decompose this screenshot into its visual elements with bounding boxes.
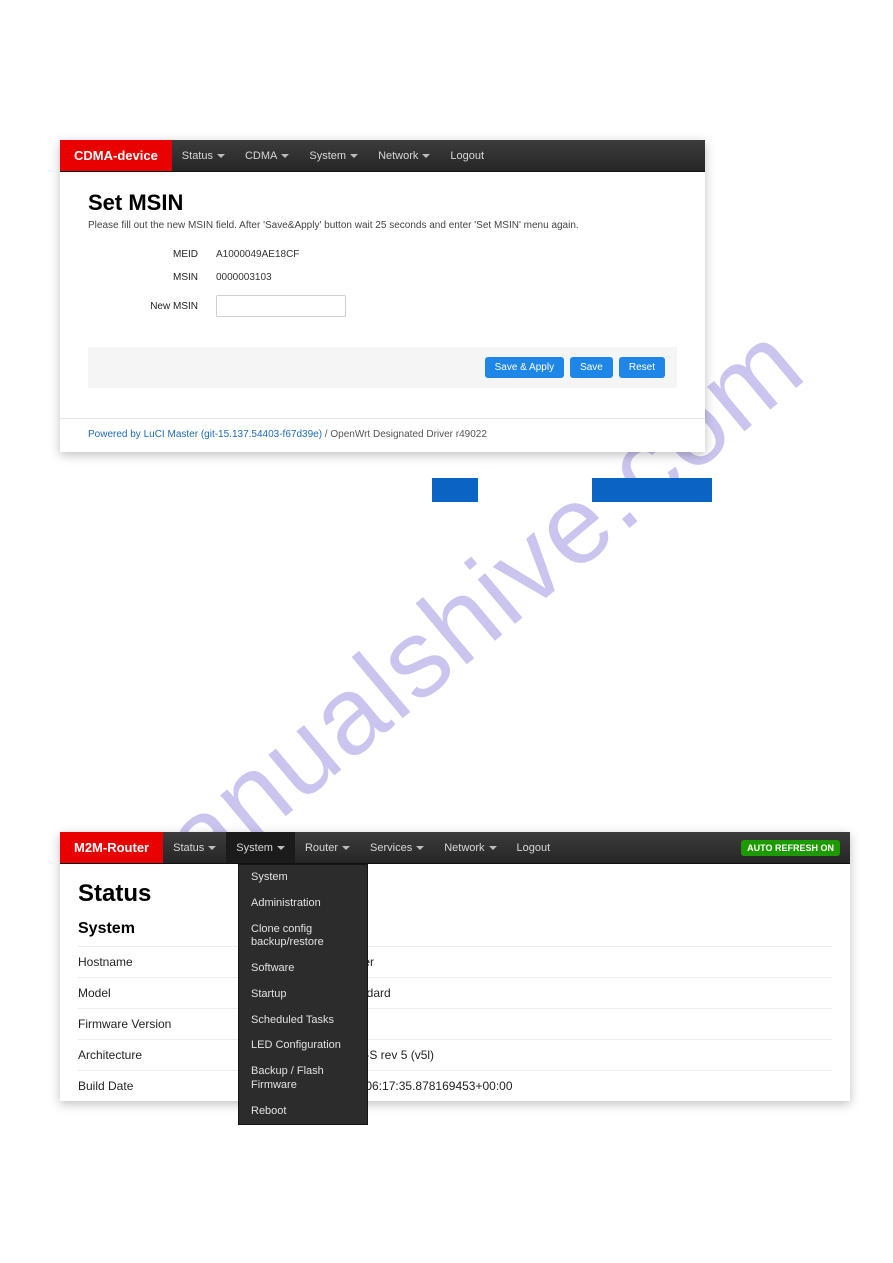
dropdown-item-startup[interactable]: Startup bbox=[239, 982, 367, 1008]
info-row: Build Date 0-06 06:17:35.878169453+00:00 bbox=[78, 1070, 832, 1101]
navbar: CDMA-device Status CDMA System Network L… bbox=[60, 140, 705, 172]
dropdown-item-system[interactable]: System bbox=[239, 865, 367, 891]
brand[interactable]: M2M-Router bbox=[60, 832, 163, 863]
chevron-down-icon bbox=[350, 154, 358, 162]
nav-logout[interactable]: Logout bbox=[507, 832, 561, 863]
chevron-down-icon bbox=[489, 846, 497, 854]
nav-label: System bbox=[309, 150, 346, 162]
nav-status[interactable]: Status bbox=[163, 832, 226, 863]
chevron-down-icon bbox=[416, 846, 424, 854]
autorefresh-badge[interactable]: AUTO REFRESH ON bbox=[741, 840, 840, 856]
nav-label: Logout bbox=[450, 150, 484, 162]
info-row: Model -Standard bbox=[78, 977, 832, 1008]
row-new-msin: New MSIN bbox=[88, 295, 677, 317]
button-bar: Save & Apply Save Reset bbox=[88, 347, 677, 388]
nav-system[interactable]: System bbox=[226, 832, 295, 863]
reset-button[interactable]: Reset bbox=[619, 357, 665, 378]
page-description: Please fill out the new MSIN field. Afte… bbox=[88, 220, 677, 231]
nav-label: Status bbox=[173, 842, 204, 854]
system-dropdown: System Administration Clone config backu… bbox=[238, 864, 368, 1125]
dropdown-item-scheduled[interactable]: Scheduled Tasks bbox=[239, 1008, 367, 1034]
chevron-down-icon bbox=[277, 846, 285, 854]
footer-link[interactable]: Powered by LuCI Master (git-15.137.54403… bbox=[88, 429, 322, 440]
new-msin-input[interactable] bbox=[216, 295, 346, 317]
label-new-msin: New MSIN bbox=[88, 301, 198, 312]
footer-rest: / OpenWrt Designated Driver r49022 bbox=[322, 429, 487, 440]
dropdown-item-reboot[interactable]: Reboot bbox=[239, 1099, 367, 1125]
brand[interactable]: CDMA-device bbox=[60, 140, 172, 171]
decor-blue-box bbox=[592, 478, 712, 502]
value-msin: 0000003103 bbox=[216, 272, 272, 283]
info-row: Architecture 26EJ-S rev 5 (v5l) bbox=[78, 1039, 832, 1070]
label-meid: MEID bbox=[88, 249, 198, 260]
page-title: Status bbox=[78, 880, 832, 908]
chevron-down-icon bbox=[208, 846, 216, 854]
nav-label: CDMA bbox=[245, 150, 277, 162]
nav-network[interactable]: Network bbox=[368, 140, 440, 171]
nav-router[interactable]: Router bbox=[295, 832, 360, 863]
dropdown-item-clone-config[interactable]: Clone config backup/restore bbox=[239, 917, 367, 957]
screenshot-status: M2M-Router Status System Router Services… bbox=[60, 832, 850, 1101]
page-title: Set MSIN bbox=[88, 190, 677, 216]
dropdown-item-administration[interactable]: Administration bbox=[239, 891, 367, 917]
nav-label: Status bbox=[182, 150, 213, 162]
info-row: Hostname Router bbox=[78, 946, 832, 977]
navbar: M2M-Router Status System Router Services… bbox=[60, 832, 850, 864]
row-msin: MSIN 0000003103 bbox=[88, 272, 677, 283]
value-meid: A1000049AE18CF bbox=[216, 249, 299, 260]
dropdown-item-backup[interactable]: Backup / Flash Firmware bbox=[239, 1059, 367, 1099]
label-msin: MSIN bbox=[88, 272, 198, 283]
nav-label: System bbox=[236, 842, 273, 854]
decor-blue-box bbox=[432, 478, 478, 502]
chevron-down-icon bbox=[281, 154, 289, 162]
dropdown-item-software[interactable]: Software bbox=[239, 956, 367, 982]
chevron-down-icon bbox=[342, 846, 350, 854]
dropdown-item-led[interactable]: LED Configuration bbox=[239, 1033, 367, 1059]
chevron-down-icon bbox=[422, 154, 430, 162]
nav-label: Logout bbox=[517, 842, 551, 854]
nav-system[interactable]: System bbox=[299, 140, 368, 171]
nav-logout[interactable]: Logout bbox=[440, 140, 494, 171]
chevron-down-icon bbox=[217, 154, 225, 162]
nav-services[interactable]: Services bbox=[360, 832, 434, 863]
section-title: System bbox=[78, 920, 832, 938]
save-button[interactable]: Save bbox=[570, 357, 613, 378]
nav-label: Router bbox=[305, 842, 338, 854]
save-apply-button[interactable]: Save & Apply bbox=[485, 357, 564, 378]
nav-label: Network bbox=[378, 150, 418, 162]
row-meid: MEID A1000049AE18CF bbox=[88, 249, 677, 260]
nav-label: Network bbox=[444, 842, 484, 854]
info-row: Firmware Version 9191 bbox=[78, 1008, 832, 1039]
nav-network[interactable]: Network bbox=[434, 832, 506, 863]
nav-cdma[interactable]: CDMA bbox=[235, 140, 299, 171]
footer: Powered by LuCI Master (git-15.137.54403… bbox=[60, 418, 705, 452]
screenshot-set-msin: CDMA-device Status CDMA System Network L… bbox=[60, 140, 705, 452]
nav-label: Services bbox=[370, 842, 412, 854]
nav-status[interactable]: Status bbox=[172, 140, 235, 171]
